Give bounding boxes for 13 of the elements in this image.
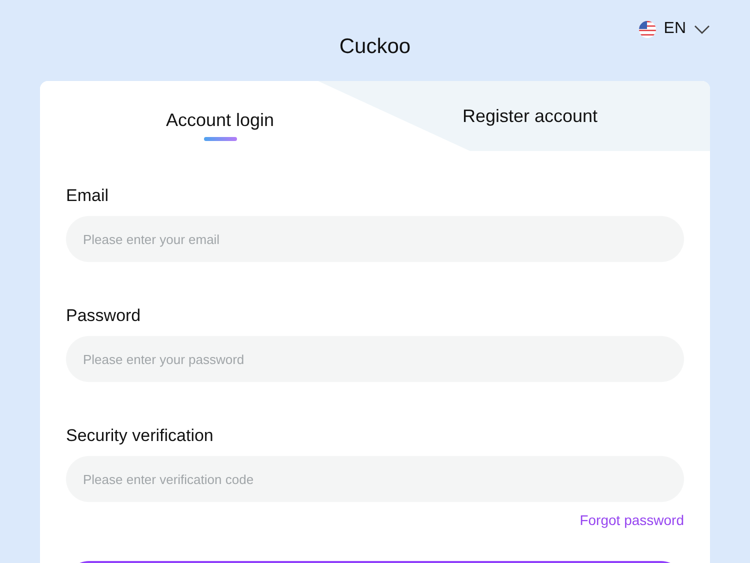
field-label: Email (66, 185, 110, 207)
active-tab-indicator (204, 136, 236, 140)
field-label: Password (66, 305, 142, 327)
chevron-down-icon (694, 24, 710, 34)
input-field[interactable]: Please enter verification code (66, 456, 684, 502)
input-field[interactable]: Please enter your password (66, 336, 684, 382)
input-field[interactable]: Please enter your email (66, 216, 684, 262)
language-selector[interactable]: EN (638, 20, 710, 38)
forgot-password-link[interactable]: Forgot password (580, 512, 684, 528)
app-title: Cuckoo (339, 34, 411, 60)
tab[interactable]: Register account (318, 81, 710, 151)
field-label: Security verification (66, 425, 214, 447)
flag-icon (638, 20, 656, 38)
